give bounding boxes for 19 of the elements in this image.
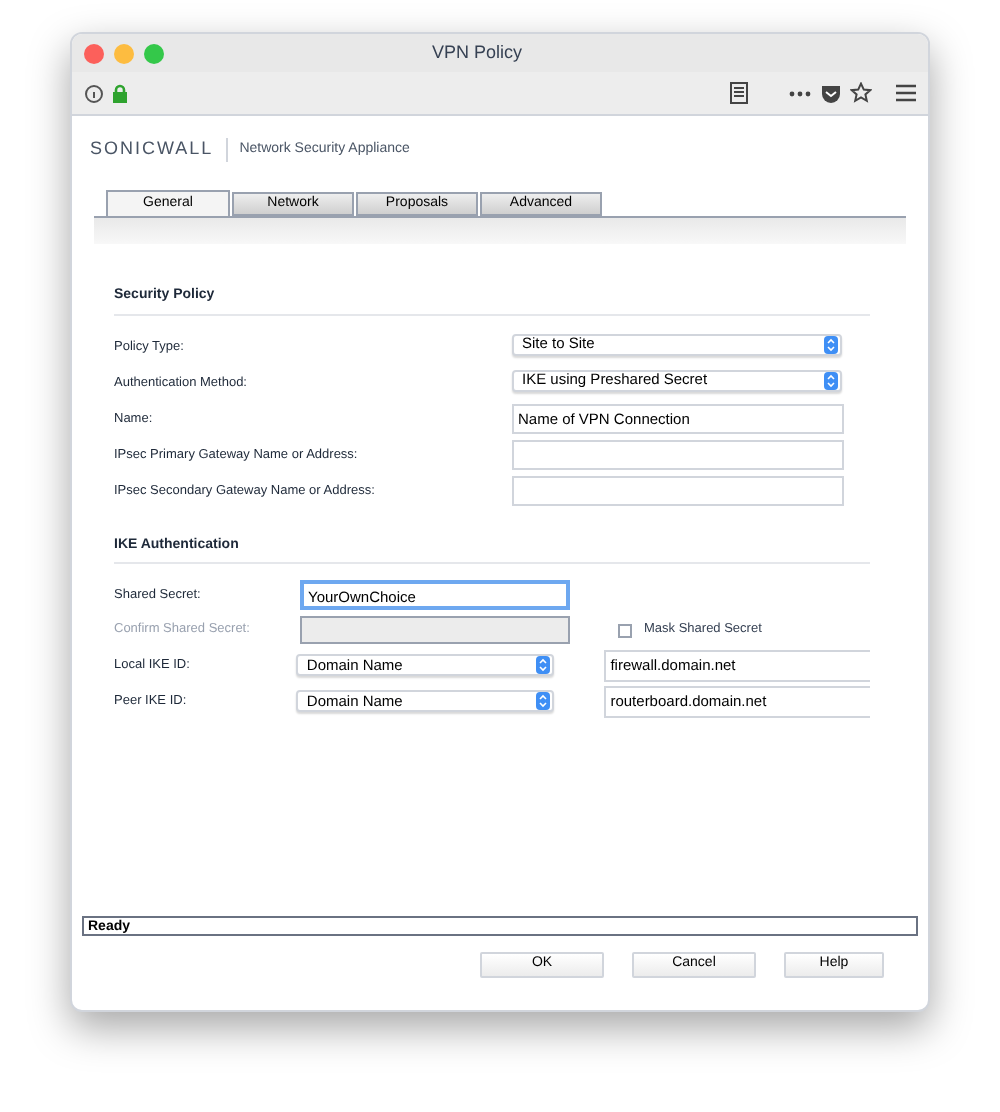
chevron-icon (824, 335, 838, 353)
close-icon[interactable] (84, 43, 104, 63)
checkbox[interactable] (618, 623, 632, 637)
chevron-icon (536, 692, 551, 710)
info-icon[interactable] (84, 83, 104, 103)
chevron-icon (824, 371, 838, 389)
menu-icon[interactable] (896, 84, 916, 102)
more-icon[interactable] (788, 89, 812, 97)
star-icon[interactable] (850, 82, 872, 104)
logo: SONICWALL (90, 136, 214, 163)
chevron-icon (536, 656, 551, 674)
text-field[interactable] (512, 440, 844, 470)
shield-icon[interactable] (820, 83, 842, 103)
lock-icon (112, 83, 128, 103)
reader-icon[interactable] (730, 82, 748, 104)
minimize-icon[interactable] (114, 43, 134, 63)
window-title: VPN Policy (432, 39, 523, 66)
text-field[interactable] (512, 476, 844, 506)
maximize-icon[interactable] (144, 43, 164, 63)
